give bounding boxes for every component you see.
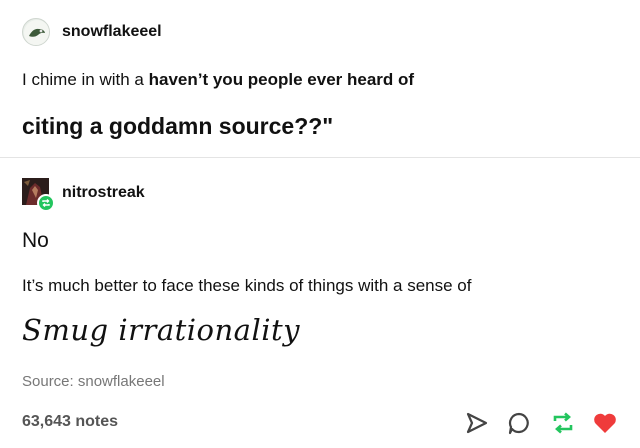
reblog-icon[interactable]: [550, 410, 576, 436]
reblog-username[interactable]: nitrostreak: [62, 184, 145, 202]
op-emphasis-text: citing a goddamn source??": [22, 113, 334, 139]
post-divider: [0, 157, 640, 158]
reblog-text-line2: It’s much better to face these kinds of …: [22, 276, 472, 295]
avatar[interactable]: [22, 18, 50, 46]
reblog-fancy-text: Smug irrationality: [22, 313, 301, 347]
op-text: I chime in with a haven’t you people eve…: [22, 70, 414, 90]
reply-icon[interactable]: [506, 410, 532, 436]
reblog-badge-icon: [37, 194, 55, 212]
send-icon[interactable]: [464, 410, 490, 436]
reblog-text-line1: No: [22, 229, 49, 252]
source-link[interactable]: Source: snowflakeeel: [22, 373, 165, 390]
op-text-bold: haven’t you people ever heard of: [148, 70, 415, 89]
notes-count[interactable]: 63,643 notes: [22, 413, 118, 431]
op-username[interactable]: snowflakeeel: [62, 23, 162, 41]
heart-icon[interactable]: [592, 410, 618, 436]
op-text-plain: I chime in with a: [22, 70, 149, 89]
avatar-image-icon: [24, 20, 49, 45]
